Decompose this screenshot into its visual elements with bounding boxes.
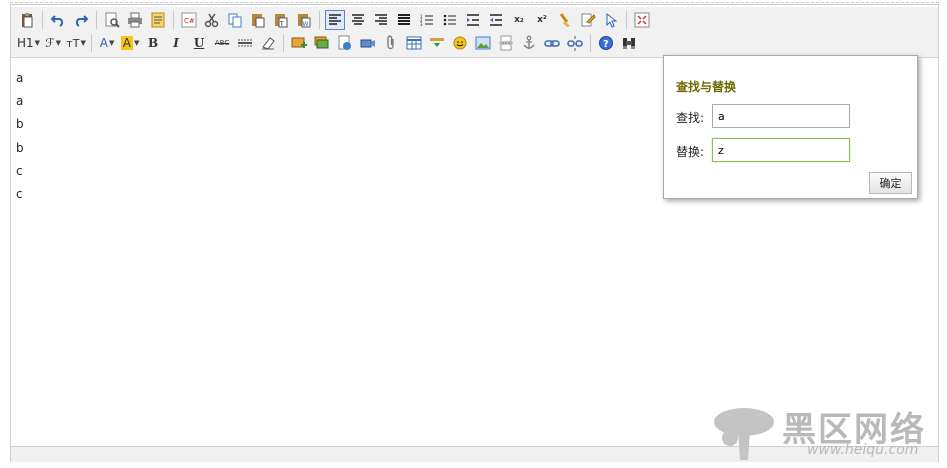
- highlight-icon[interactable]: A ▼: [120, 33, 140, 53]
- toolbar-row-2: H1 ▼ ℱ ▼ тT ▼ A ▼ A ▼ B I U ABC ?: [17, 32, 642, 54]
- heading-label: H1: [17, 36, 34, 50]
- watermark-url: www.heiqu.com: [807, 442, 919, 458]
- print-icon[interactable]: [125, 10, 145, 30]
- anchor-icon[interactable]: [519, 33, 539, 53]
- clear-format-icon[interactable]: [555, 10, 575, 30]
- chevron-down-icon: ▼: [80, 39, 86, 47]
- chevron-down-icon: ▼: [34, 39, 41, 47]
- align-center-icon[interactable]: [348, 10, 368, 30]
- font-color-icon[interactable]: A ▼: [97, 33, 117, 53]
- highlight-label: A: [120, 36, 133, 50]
- svg-text:W: W: [303, 21, 309, 28]
- help-icon[interactable]: ?: [596, 33, 616, 53]
- editor-top-dashed-border: [10, 2, 939, 3]
- heading-icon[interactable]: H1 ▼: [17, 33, 40, 53]
- content-line: a: [16, 71, 24, 85]
- content-line: c: [16, 186, 23, 201]
- video-icon[interactable]: [358, 33, 378, 53]
- editor-content[interactable]: a a b b c c: [16, 70, 24, 209]
- format-painter-icon[interactable]: [578, 10, 598, 30]
- flash-icon[interactable]: [335, 33, 355, 53]
- svg-text:C#: C#: [184, 17, 195, 25]
- font-size-label: тT: [66, 36, 80, 50]
- multi-image-icon[interactable]: [312, 33, 332, 53]
- replace-input[interactable]: [712, 138, 850, 162]
- hr-icon[interactable]: [235, 33, 255, 53]
- unlink-icon[interactable]: [565, 33, 585, 53]
- font-color-label: A: [99, 36, 108, 50]
- italic-icon[interactable]: I: [166, 33, 186, 53]
- toolbar-separator: [319, 11, 320, 29]
- paste-text-icon[interactable]: T: [271, 10, 291, 30]
- eraser-icon[interactable]: [258, 33, 278, 53]
- select-all-icon[interactable]: [601, 10, 621, 30]
- find-input[interactable]: [712, 104, 850, 128]
- toolbar-separator: [283, 34, 285, 52]
- table-icon[interactable]: [404, 33, 424, 53]
- content-line: b: [16, 140, 24, 155]
- ok-button[interactable]: 确定: [869, 172, 912, 194]
- content-line: a: [16, 94, 24, 109]
- svg-text:?: ?: [603, 39, 609, 50]
- svg-text:3: 3: [420, 22, 423, 27]
- replace-label: 替换:: [676, 145, 705, 159]
- toolbar-separator: [590, 34, 592, 52]
- indent-icon[interactable]: [463, 10, 483, 30]
- toolbar-separator: [91, 34, 93, 52]
- cut-icon[interactable]: [202, 10, 222, 30]
- preview-icon[interactable]: [102, 10, 122, 30]
- link-icon[interactable]: [542, 33, 562, 53]
- image-icon[interactable]: [473, 33, 493, 53]
- font-family-label: ℱ: [45, 36, 55, 50]
- paste-icon[interactable]: [17, 10, 37, 30]
- chevron-down-icon: ▼: [55, 39, 61, 47]
- find-replace-icon[interactable]: [619, 33, 639, 53]
- align-right-icon[interactable]: [371, 10, 391, 30]
- chevron-down-icon: ▼: [133, 39, 140, 47]
- find-label: 查找:: [676, 111, 705, 125]
- code-icon[interactable]: C#: [179, 10, 199, 30]
- align-left-icon[interactable]: [325, 10, 345, 30]
- superscript-icon[interactable]: x²: [532, 10, 552, 30]
- toolbar-separator: [626, 11, 627, 29]
- dialog-title: 查找与替换: [676, 80, 737, 94]
- redo-icon[interactable]: [71, 10, 91, 30]
- strikethrough-icon[interactable]: ABC: [212, 33, 232, 53]
- toolbar-separator: [173, 11, 174, 29]
- fullscreen-icon[interactable]: [632, 10, 652, 30]
- attachment-icon[interactable]: [381, 33, 401, 53]
- insert-image-icon[interactable]: [289, 33, 309, 53]
- insert-row-icon[interactable]: [427, 33, 447, 53]
- align-justify-icon[interactable]: [394, 10, 414, 30]
- paste-plain-icon[interactable]: [248, 10, 268, 30]
- undo-icon[interactable]: [48, 10, 68, 30]
- bold-icon[interactable]: B: [143, 33, 163, 53]
- svg-text:T: T: [279, 21, 284, 28]
- watermark: 黑区网络 www.heiqu.com: [712, 402, 942, 464]
- emoticon-icon[interactable]: [450, 33, 470, 53]
- font-size-icon[interactable]: тT ▼: [66, 33, 86, 53]
- content-line: b: [16, 117, 24, 132]
- editor-toolbar: C# T W 123 x₂ x² H1 ▼ ℱ ▼ тT ▼ A ▼ A ▼ B…: [11, 7, 938, 58]
- unordered-list-icon[interactable]: [440, 10, 460, 30]
- underline-icon[interactable]: U: [189, 33, 209, 53]
- find-replace-dialog: 查找与替换 查找: 替换: 确定: [663, 55, 918, 199]
- page-break-icon[interactable]: [496, 33, 516, 53]
- outdent-icon[interactable]: [486, 10, 506, 30]
- subscript-icon[interactable]: x₂: [509, 10, 529, 30]
- toolbar-separator: [96, 11, 97, 29]
- content-line: c: [16, 163, 23, 178]
- toolbar-separator: [42, 11, 43, 29]
- template-icon[interactable]: [148, 10, 168, 30]
- copy-icon[interactable]: [225, 10, 245, 30]
- ordered-list-icon[interactable]: 123: [417, 10, 437, 30]
- paste-word-icon[interactable]: W: [294, 10, 314, 30]
- toolbar-row-1: C# T W 123 x₂ x²: [17, 9, 655, 31]
- font-family-icon[interactable]: ℱ ▼: [43, 33, 63, 53]
- chevron-down-icon: ▼: [108, 39, 115, 47]
- watermark-logo-icon: [714, 408, 774, 460]
